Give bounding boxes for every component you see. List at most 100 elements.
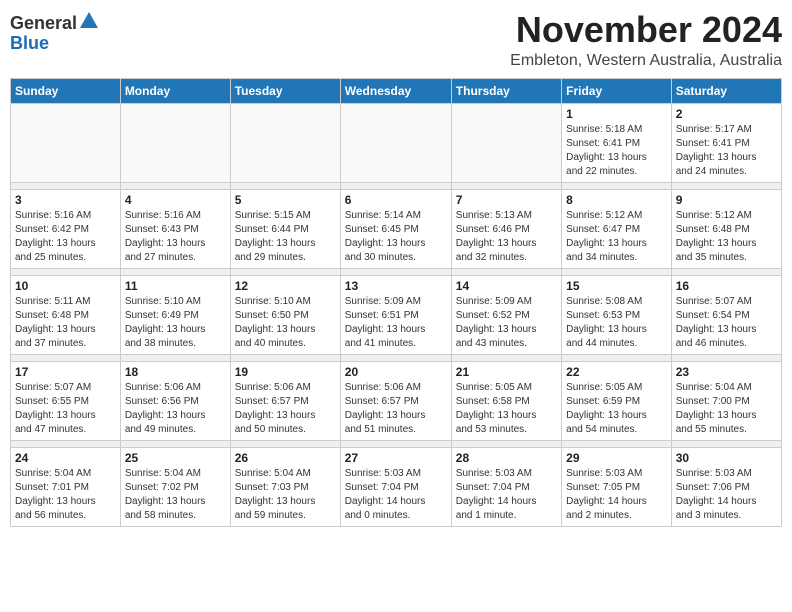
day-info: Sunrise: 5:11 AM Sunset: 6:48 PM Dayligh…: [15, 295, 116, 351]
calendar-week-row: 10Sunrise: 5:11 AM Sunset: 6:48 PM Dayli…: [11, 275, 782, 354]
calendar-cell: 30 Sunrise: 5:03 AM Sunset: 7:06 PM Dayli…: [671, 447, 781, 526]
day-number: 26: [235, 451, 336, 465]
row-separator: [11, 440, 782, 447]
calendar-cell: 4Sunrise: 5:16 AM Sunset: 6:43 PM Daylig…: [120, 189, 230, 268]
logo-blue-text: Blue: [10, 33, 49, 53]
day-info: Sunrise: 5:03 AM Sunset: 7:04 PM Dayligh…: [456, 467, 557, 523]
month-title: November 2024: [510, 10, 782, 50]
day-info: Sunrise: 5:16 AM Sunset: 6:42 PM Dayligh…: [15, 209, 116, 265]
day-info: Sunrise: 5:04 AM Sunset: 7:00 PM Dayligh…: [676, 381, 777, 437]
day-info: Sunrise: 5:10 AM Sunset: 6:49 PM Dayligh…: [125, 295, 226, 351]
day-number: 11: [125, 279, 226, 293]
calendar-cell: 14Sunrise: 5:09 AM Sunset: 6:52 PM Dayli…: [451, 275, 561, 354]
day-info: Sunrise: 5:05 AM Sunset: 6:58 PM Dayligh…: [456, 381, 557, 437]
calendar-cell: 27 Sunrise: 5:03 AM Sunset: 7:04 PM Dayli…: [340, 447, 451, 526]
calendar-cell: [451, 103, 561, 182]
day-number: 9: [676, 193, 777, 207]
day-info: Sunrise: 5:09 AM Sunset: 6:51 PM Dayligh…: [345, 295, 447, 351]
day-info: Sunrise: 5:04 AM Sunset: 7:01 PM Dayligh…: [15, 467, 116, 523]
calendar-cell: 13 Sunrise: 5:09 AM Sunset: 6:51 PM Dayli…: [340, 275, 451, 354]
day-number: 22: [566, 365, 667, 379]
day-number: 16: [676, 279, 777, 293]
calendar-cell: 19 Sunrise: 5:06 AM Sunset: 6:57 PM Dayli…: [230, 361, 340, 440]
day-number: 1: [566, 107, 667, 121]
calendar-cell: 3 Sunrise: 5:16 AM Sunset: 6:42 PM Daylig…: [11, 189, 121, 268]
calendar-cell: 11 Sunrise: 5:10 AM Sunset: 6:49 PM Dayli…: [120, 275, 230, 354]
calendar-cell: 9 Sunrise: 5:12 AM Sunset: 6:48 PM Daylig…: [671, 189, 781, 268]
logo: General Blue: [10, 10, 100, 54]
calendar-cell: 8Sunrise: 5:12 AM Sunset: 6:47 PM Daylig…: [562, 189, 672, 268]
row-separator: [11, 182, 782, 189]
calendar-cell: 25 Sunrise: 5:04 AM Sunset: 7:02 PM Dayli…: [120, 447, 230, 526]
calendar-cell: 17 Sunrise: 5:07 AM Sunset: 6:55 PM Dayli…: [11, 361, 121, 440]
day-info: Sunrise: 5:07 AM Sunset: 6:55 PM Dayligh…: [15, 381, 116, 437]
location-text: Embleton, Western Australia, Australia: [510, 52, 782, 70]
calendar-header-monday: Monday: [120, 78, 230, 103]
day-number: 20: [345, 365, 447, 379]
day-info: Sunrise: 5:08 AM Sunset: 6:53 PM Dayligh…: [566, 295, 667, 351]
day-number: 27: [345, 451, 447, 465]
calendar-header-friday: Friday: [562, 78, 672, 103]
calendar-header-wednesday: Wednesday: [340, 78, 451, 103]
day-info: Sunrise: 5:16 AM Sunset: 6:43 PM Dayligh…: [125, 209, 226, 265]
calendar-cell: 20 Sunrise: 5:06 AM Sunset: 6:57 PM Dayli…: [340, 361, 451, 440]
day-info: Sunrise: 5:18 AM Sunset: 6:41 PM Dayligh…: [566, 123, 667, 179]
title-area: November 2024 Embleton, Western Australi…: [510, 10, 782, 70]
calendar-cell: 1 Sunrise: 5:18 AM Sunset: 6:41 PM Daylig…: [562, 103, 672, 182]
calendar-cell: 28 Sunrise: 5:03 AM Sunset: 7:04 PM Dayli…: [451, 447, 561, 526]
day-info: Sunrise: 5:04 AM Sunset: 7:02 PM Dayligh…: [125, 467, 226, 523]
day-number: 19: [235, 365, 336, 379]
day-info: Sunrise: 5:15 AM Sunset: 6:44 PM Dayligh…: [235, 209, 336, 265]
calendar-table: SundayMondayTuesdayWednesdayThursdayFrid…: [10, 78, 782, 527]
day-info: Sunrise: 5:03 AM Sunset: 7:06 PM Dayligh…: [676, 467, 777, 523]
day-info: Sunrise: 5:06 AM Sunset: 6:57 PM Dayligh…: [235, 381, 336, 437]
calendar-week-row: 24Sunrise: 5:04 AM Sunset: 7:01 PM Dayli…: [11, 447, 782, 526]
logo-icon: [78, 10, 100, 32]
day-number: 18: [125, 365, 226, 379]
day-number: 12: [235, 279, 336, 293]
calendar-cell: 2 Sunrise: 5:17 AM Sunset: 6:41 PM Daylig…: [671, 103, 781, 182]
day-number: 15: [566, 279, 667, 293]
day-number: 25: [125, 451, 226, 465]
day-number: 3: [15, 193, 116, 207]
day-info: Sunrise: 5:06 AM Sunset: 6:56 PM Dayligh…: [125, 381, 226, 437]
day-number: 29: [566, 451, 667, 465]
day-info: Sunrise: 5:10 AM Sunset: 6:50 PM Dayligh…: [235, 295, 336, 351]
day-number: 21: [456, 365, 557, 379]
day-info: Sunrise: 5:14 AM Sunset: 6:45 PM Dayligh…: [345, 209, 447, 265]
day-number: 2: [676, 107, 777, 121]
day-number: 14: [456, 279, 557, 293]
day-info: Sunrise: 5:03 AM Sunset: 7:04 PM Dayligh…: [345, 467, 447, 523]
day-info: Sunrise: 5:03 AM Sunset: 7:05 PM Dayligh…: [566, 467, 667, 523]
calendar-cell: 10Sunrise: 5:11 AM Sunset: 6:48 PM Dayli…: [11, 275, 121, 354]
day-number: 30: [676, 451, 777, 465]
calendar-week-row: 17 Sunrise: 5:07 AM Sunset: 6:55 PM Dayli…: [11, 361, 782, 440]
calendar-week-row: 3 Sunrise: 5:16 AM Sunset: 6:42 PM Daylig…: [11, 189, 782, 268]
calendar-cell: 15 Sunrise: 5:08 AM Sunset: 6:53 PM Dayli…: [562, 275, 672, 354]
day-info: Sunrise: 5:13 AM Sunset: 6:46 PM Dayligh…: [456, 209, 557, 265]
calendar-cell: [340, 103, 451, 182]
calendar-cell: [11, 103, 121, 182]
day-info: Sunrise: 5:12 AM Sunset: 6:47 PM Dayligh…: [566, 209, 667, 265]
day-info: Sunrise: 5:17 AM Sunset: 6:41 PM Dayligh…: [676, 123, 777, 179]
day-number: 28: [456, 451, 557, 465]
logo-general-text: General: [10, 13, 77, 34]
day-info: Sunrise: 5:05 AM Sunset: 6:59 PM Dayligh…: [566, 381, 667, 437]
row-separator: [11, 268, 782, 275]
day-number: 17: [15, 365, 116, 379]
row-separator: [11, 354, 782, 361]
day-number: 13: [345, 279, 447, 293]
calendar-cell: [230, 103, 340, 182]
calendar-cell: 7Sunrise: 5:13 AM Sunset: 6:46 PM Daylig…: [451, 189, 561, 268]
day-info: Sunrise: 5:07 AM Sunset: 6:54 PM Dayligh…: [676, 295, 777, 351]
calendar-cell: 6Sunrise: 5:14 AM Sunset: 6:45 PM Daylig…: [340, 189, 451, 268]
day-info: Sunrise: 5:06 AM Sunset: 6:57 PM Dayligh…: [345, 381, 447, 437]
calendar-cell: 18 Sunrise: 5:06 AM Sunset: 6:56 PM Dayli…: [120, 361, 230, 440]
calendar-cell: 22 Sunrise: 5:05 AM Sunset: 6:59 PM Dayli…: [562, 361, 672, 440]
calendar-header-saturday: Saturday: [671, 78, 781, 103]
day-info: Sunrise: 5:12 AM Sunset: 6:48 PM Dayligh…: [676, 209, 777, 265]
calendar-cell: 5Sunrise: 5:15 AM Sunset: 6:44 PM Daylig…: [230, 189, 340, 268]
calendar-header-tuesday: Tuesday: [230, 78, 340, 103]
calendar-cell: 23Sunrise: 5:04 AM Sunset: 7:00 PM Dayli…: [671, 361, 781, 440]
calendar-cell: 12 Sunrise: 5:10 AM Sunset: 6:50 PM Dayli…: [230, 275, 340, 354]
